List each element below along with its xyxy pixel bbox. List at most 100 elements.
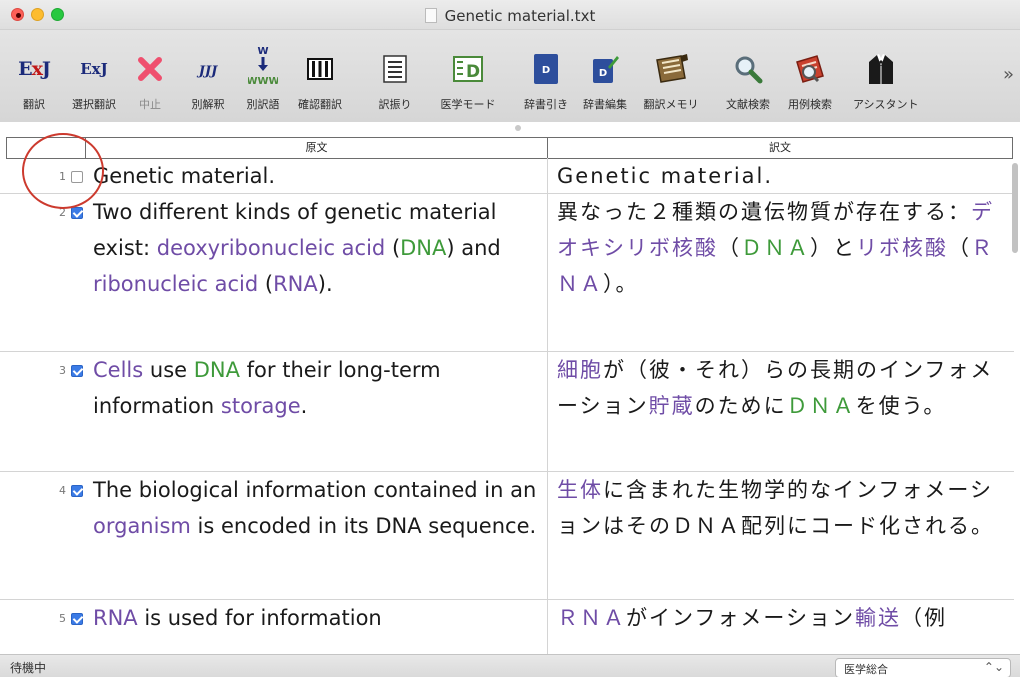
source-text[interactable]: Two different kinds of genetic material … — [93, 194, 538, 302]
term-highlight: ＤＮＡ — [741, 236, 810, 260]
table-row[interactable]: 2 Two different kinds of genetic materia… — [0, 194, 1014, 352]
source-text[interactable]: The biological information contained in … — [93, 472, 538, 544]
alternative-word-icon: W WWW — [248, 46, 278, 87]
column-divider — [547, 472, 548, 599]
table-row[interactable]: 1 Genetic material. Genetic material. — [0, 158, 1014, 194]
stop-label: 中止 — [139, 98, 161, 111]
text-segment: ( — [385, 236, 401, 260]
example-search-button[interactable]: 用例検索 — [788, 30, 832, 122]
medical-mode-label: 医学モード — [440, 98, 496, 111]
text-segment: use — [143, 358, 194, 382]
alternative-word-button[interactable]: W WWW 別訳語 — [247, 30, 280, 122]
dictionary-edit-icon: D — [593, 56, 619, 83]
toolbar-overflow-icon[interactable]: » — [1003, 64, 1014, 85]
text-segment: Genetic material. — [93, 164, 276, 188]
literature-search-button[interactable]: 文献検索 — [726, 30, 770, 122]
dictionary-select[interactable]: 医学総合 ⌃⌄ — [835, 658, 1011, 677]
svg-text:D: D — [466, 62, 480, 82]
table-row[interactable]: 3 Cells use DNA for their long-term info… — [0, 352, 1014, 472]
status-text: 待機中 — [10, 661, 47, 675]
text-segment: ) and — [446, 236, 501, 260]
row-checkbox[interactable] — [71, 365, 83, 377]
dictionary-lookup-label: 辞書引き — [524, 98, 568, 111]
table-row[interactable]: 5 RNA is used for information ＲＮＡがインフォメー… — [0, 600, 1014, 654]
select-arrows-icon: ⌃⌄ — [983, 660, 1004, 674]
term-highlight: ＤＮＡ — [786, 394, 856, 418]
text-segment: （ — [948, 236, 971, 260]
target-text[interactable]: ＲＮＡがインフォメーション輸送（例 — [557, 600, 997, 636]
translate-selection-label: 選択翻訳 — [72, 98, 116, 111]
term-highlight: 貯蔵 — [648, 394, 695, 418]
term-highlight: リボ核酸 — [856, 236, 948, 260]
translation-memory-icon — [656, 54, 688, 83]
assistant-button[interactable]: アシスタント — [853, 30, 919, 122]
term-highlight: Cells — [93, 358, 144, 382]
column-headers: 原文 訳文 — [0, 137, 1020, 159]
term-highlight: ＲＮＡ — [557, 606, 626, 630]
vertical-scrollbar[interactable] — [1012, 163, 1018, 253]
term-highlight: RNA — [93, 606, 138, 630]
text-segment: 異なった２種類の遺伝物質が存在する： — [557, 200, 971, 224]
interlinear-button[interactable]: 訳振り — [379, 30, 412, 122]
target-text[interactable]: Genetic material. — [557, 158, 997, 194]
term-highlight: storage — [220, 394, 301, 418]
translation-memory-label: 翻訳メモリ — [643, 98, 699, 111]
text-segment: ). — [317, 272, 333, 296]
window-title: Genetic material.txt — [0, 7, 1020, 25]
row-number: 3 — [59, 364, 66, 377]
row-number: 4 — [59, 484, 66, 497]
splitter-grabber-icon[interactable] — [515, 125, 521, 131]
text-segment: ）と — [810, 236, 856, 260]
term-highlight: 輸送 — [854, 606, 901, 630]
term-highlight: ribonucleic acid — [93, 272, 259, 296]
row-checkbox[interactable] — [71, 207, 83, 219]
column-divider — [547, 352, 548, 471]
source-text[interactable]: Genetic material. — [93, 158, 538, 194]
title-bar: Genetic material.txt — [0, 0, 1020, 30]
translation-memory-button[interactable]: 翻訳メモリ — [644, 30, 699, 122]
term-highlight: 生体 — [557, 478, 603, 502]
dictionary-lookup-icon: D — [534, 54, 558, 84]
translation-table: 1 Genetic material. Genetic material. 2 … — [0, 158, 1020, 654]
header-target[interactable]: 訳文 — [547, 137, 1013, 159]
lines-icon — [383, 55, 407, 83]
source-text[interactable]: Cells use DNA for their long-term inform… — [93, 352, 538, 424]
target-text[interactable]: 生体に含まれた生物学的なインフォメーションはそのＤＮＡ配列にコード化される。 — [557, 472, 997, 544]
row-number: 5 — [59, 612, 66, 625]
translate-selection-button[interactable]: ExJ 選択翻訳 — [72, 30, 116, 122]
literature-search-label: 文献検索 — [726, 98, 770, 111]
text-segment: is used for information — [137, 606, 382, 630]
alternative-interpretation-icon: JJJ — [199, 59, 217, 80]
toolbar: ExJ 翻訳 ExJ 選択翻訳 中止 JJJ 別解釈 W WWW 別訳語 確認翻… — [0, 30, 1020, 122]
column-divider — [547, 194, 548, 351]
text-segment: The biological information contained in … — [93, 478, 537, 502]
header-source[interactable]: 原文 — [85, 137, 548, 159]
alternative-word-label: 別訳語 — [246, 98, 280, 111]
jj-small-glyph-2: J — [211, 63, 218, 79]
term-highlight: 細胞 — [557, 358, 603, 382]
row-checkbox[interactable] — [71, 485, 83, 497]
dictionary-edit-button[interactable]: D 辞書編集 — [583, 30, 627, 122]
stop-button[interactable]: 中止 — [135, 30, 165, 122]
text-segment: ）。 — [603, 272, 639, 296]
text-segment: Genetic material. — [557, 164, 774, 188]
table-row[interactable]: 4 The biological information contained i… — [0, 472, 1014, 600]
target-text[interactable]: 異なった２種類の遺伝物質が存在する：デオキシリボ核酸（ＤＮＡ）とリボ核酸（ＲＮＡ… — [557, 194, 997, 302]
row-checkbox[interactable] — [71, 613, 83, 625]
translate-button[interactable]: ExJ 翻訳 — [16, 30, 52, 122]
term-highlight: DNA — [193, 358, 240, 382]
text-segment: のために — [694, 394, 787, 418]
target-text[interactable]: 細胞が（彼・それ）らの長期のインフォメーション貯蔵のためにＤＮＡを使う。 — [557, 352, 997, 424]
dictionary-edit-label: 辞書編集 — [583, 98, 627, 111]
text-segment: . — [300, 394, 308, 418]
confirm-translation-label: 確認翻訳 — [298, 98, 342, 111]
source-text[interactable]: RNA is used for information — [93, 600, 538, 636]
translate-icon: ExJ — [18, 58, 51, 80]
confirm-translation-button[interactable]: 確認翻訳 — [298, 30, 342, 122]
dictionary-lookup-button[interactable]: D 辞書引き — [524, 30, 568, 122]
magnifier-icon — [735, 56, 763, 84]
assistant-label: アシスタント — [853, 98, 919, 111]
medical-mode-icon: D — [453, 56, 483, 82]
medical-mode-button[interactable]: D 医学モード — [441, 30, 496, 122]
alternative-interpretation-button[interactable]: JJJ 別解釈 — [190, 30, 226, 122]
